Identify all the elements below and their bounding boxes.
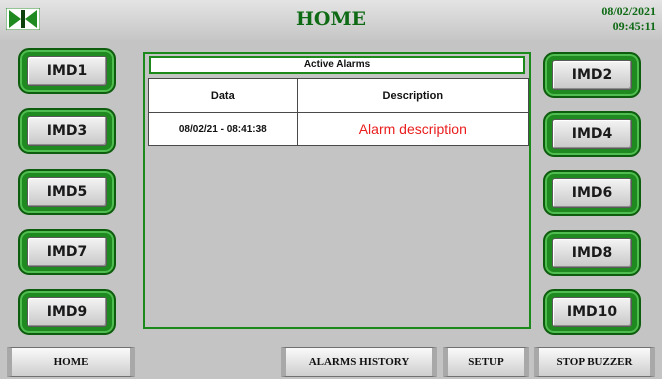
alarms-table: Data Description 08/02/21 - 08:41:38 Ala… xyxy=(148,78,530,146)
imd10-frame: IMD10 xyxy=(543,289,641,335)
alarms-history-button[interactable]: ALARMS HISTORY xyxy=(281,347,437,377)
date-text: 08/02/2021 xyxy=(601,4,656,18)
imd1-button[interactable]: IMD1 xyxy=(27,56,107,86)
imd7-button[interactable]: IMD7 xyxy=(27,237,107,267)
imd9-button[interactable]: IMD9 xyxy=(27,297,107,327)
imd4-button[interactable]: IMD4 xyxy=(552,119,632,149)
alarms-header-row: Data Description xyxy=(148,78,530,113)
imd2-button[interactable]: IMD2 xyxy=(552,60,632,90)
imd8-button[interactable]: IMD8 xyxy=(552,238,632,268)
datetime-display: 08/02/2021 09:45:11 xyxy=(601,4,656,34)
imd2-frame: IMD2 xyxy=(543,52,641,98)
imd6-frame: IMD6 xyxy=(543,170,641,216)
stop-buzzer-button[interactable]: STOP BUZZER xyxy=(534,347,655,377)
imd5-frame: IMD5 xyxy=(18,169,116,215)
active-alarms-title: Active Alarms xyxy=(149,56,525,74)
page-title: HOME xyxy=(295,8,367,30)
imd3-frame: IMD3 xyxy=(18,108,116,154)
column-header-description: Description xyxy=(296,78,530,113)
imd3-button[interactable]: IMD3 xyxy=(27,116,107,146)
home-button[interactable]: HOME xyxy=(7,347,135,377)
alarm-date-cell: 08/02/21 - 08:41:38 xyxy=(148,112,298,146)
table-row[interactable]: 08/02/21 - 08:41:38 Alarm description xyxy=(148,112,530,146)
alarm-description-cell: Alarm description xyxy=(296,112,530,146)
imd8-frame: IMD8 xyxy=(543,230,641,276)
imd6-button[interactable]: IMD6 xyxy=(552,178,632,208)
imd5-button[interactable]: IMD5 xyxy=(27,177,107,207)
imd4-frame: IMD4 xyxy=(543,111,641,157)
active-alarms-panel: Active Alarms Data Description 08/02/21 … xyxy=(143,52,531,329)
setup-button[interactable]: SETUP xyxy=(443,347,529,377)
time-text: 09:45:11 xyxy=(612,19,656,33)
imd7-frame: IMD7 xyxy=(18,229,116,275)
column-header-data: Data xyxy=(148,78,298,113)
header-bar: HOME 08/02/2021 09:45:11 xyxy=(0,0,662,40)
imd1-frame: IMD1 xyxy=(18,48,116,94)
imd10-button[interactable]: IMD10 xyxy=(552,297,632,327)
imd9-frame: IMD9 xyxy=(18,289,116,335)
